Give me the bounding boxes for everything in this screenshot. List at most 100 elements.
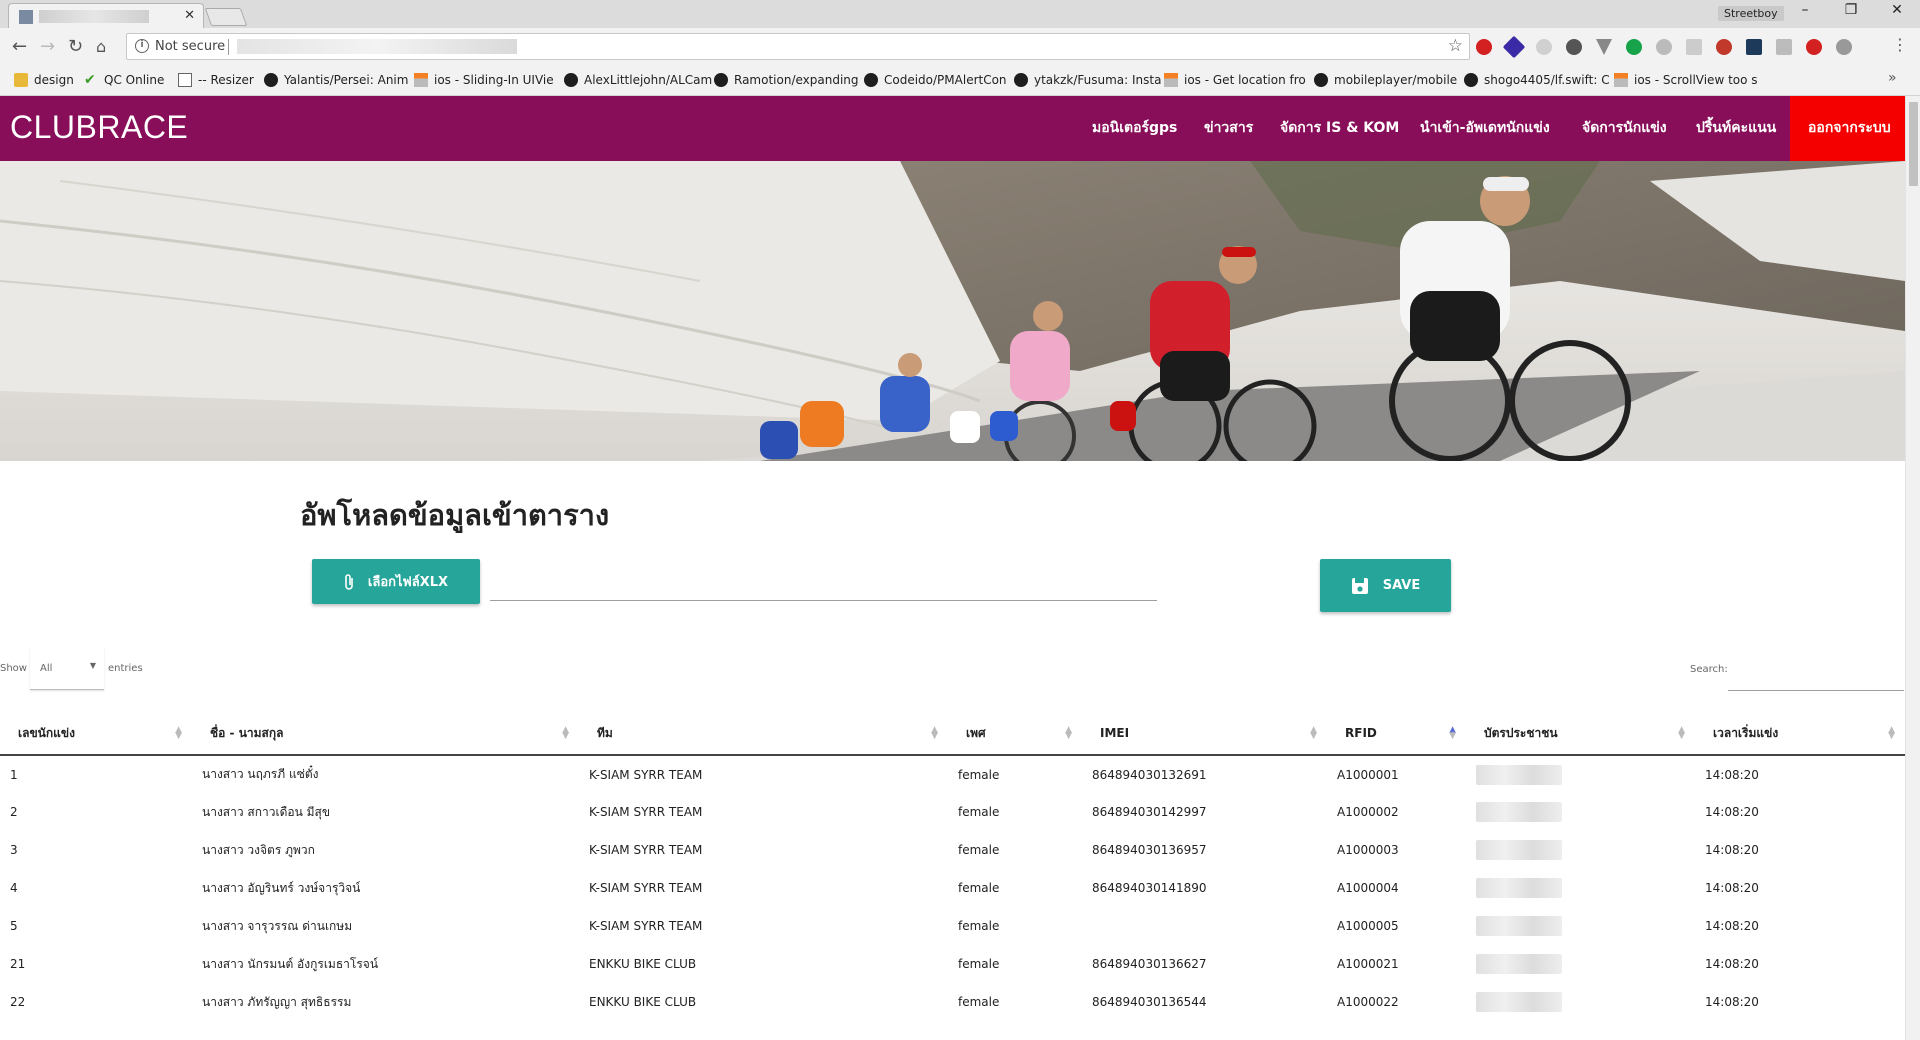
diamond-extension-icon[interactable] bbox=[1502, 35, 1526, 59]
bookmark-item[interactable]: Codeido/PMAlertCon bbox=[864, 73, 1007, 87]
address-bar[interactable]: i Not secure ☆ bbox=[126, 33, 1470, 60]
menu-icon[interactable]: ⋮ bbox=[1892, 35, 1908, 54]
search-label: Search: bbox=[1690, 664, 1728, 675]
bookmark-item[interactable]: ios - Get location fro bbox=[1164, 73, 1306, 87]
table-row[interactable]: 22 นางสาว ภัทรัญญา สุทธิธรรม ENKKU BIKE … bbox=[0, 983, 1905, 1021]
bookmark-star-icon[interactable]: ☆ bbox=[1448, 36, 1463, 56]
nav-import-riders[interactable]: นำเข้า-อัพเดทนักแข่ง bbox=[1420, 96, 1550, 161]
cell-id-card bbox=[1466, 945, 1695, 983]
column-header-name[interactable]: ชื่อ - นามสกุล ▲ ▼ bbox=[192, 712, 579, 756]
sort-ascending-icon: ▲ ▼ bbox=[1449, 725, 1456, 741]
save-label: SAVE bbox=[1382, 578, 1421, 593]
entries-label: entries bbox=[108, 663, 143, 674]
column-header-imei[interactable]: IMEI ▲ ▼ bbox=[1082, 712, 1327, 756]
redacted-id bbox=[1476, 840, 1562, 860]
nav-news[interactable]: ข่าวสาร bbox=[1204, 96, 1253, 161]
cell-imei: 864894030142997 bbox=[1092, 805, 1207, 819]
search-input[interactable] bbox=[1728, 690, 1904, 691]
extension-icon[interactable] bbox=[1836, 39, 1852, 55]
bookmark-item[interactable]: -- Resizer bbox=[178, 73, 254, 87]
table-row[interactable]: 3 นางสาว วงจิตร ภูพวก K-SIAM SYRR TEAM f… bbox=[0, 831, 1905, 869]
bookmark-item[interactable]: AlexLittlejohn/ALCam bbox=[564, 73, 712, 87]
window-user-badge[interactable]: Streetboy bbox=[1718, 6, 1784, 21]
cell-rider-number: 4 bbox=[10, 881, 18, 895]
choose-file-label: เลือกไฟล์XLX bbox=[367, 575, 449, 590]
choose-file-button[interactable]: เลือกไฟล์XLX bbox=[312, 559, 480, 604]
minimize-icon[interactable]: – bbox=[1782, 2, 1828, 18]
table-row[interactable]: 5 นางสาว จารุวรรณ ด่านเกษม K-SIAM SYRR T… bbox=[0, 907, 1905, 945]
column-header-team[interactable]: ทีม ▲ ▼ bbox=[579, 712, 948, 756]
page-length-value: All bbox=[40, 663, 53, 674]
column-header-start-time[interactable]: เวลาเริ่มแข่ง ▲ ▼ bbox=[1695, 712, 1905, 756]
tab-close-icon[interactable]: ✕ bbox=[184, 8, 195, 23]
browser-tab[interactable]: ✕ bbox=[8, 3, 204, 28]
info-icon[interactable]: i bbox=[135, 39, 149, 53]
column-header-id-card[interactable]: บัตรประชาชน ▲ ▼ bbox=[1466, 712, 1695, 756]
bookmarks-overflow-icon[interactable]: » bbox=[1888, 70, 1897, 86]
redacted-id bbox=[1476, 954, 1562, 974]
close-window-icon[interactable]: ✕ bbox=[1874, 2, 1920, 18]
brand-logo[interactable]: CLUBRACE bbox=[10, 109, 188, 146]
page-icon bbox=[178, 73, 192, 87]
cell-id-card bbox=[1466, 755, 1695, 793]
compass-extension-icon[interactable] bbox=[1566, 39, 1582, 55]
bookmark-item[interactable]: ✔ QC Online bbox=[84, 73, 164, 87]
extension-icon[interactable] bbox=[1656, 39, 1672, 55]
table-row[interactable]: 4 นางสาว อัญรินทร์ วงษ์จารุวิจน์ K-SIAM … bbox=[0, 869, 1905, 907]
cell-imei: 864894030136627 bbox=[1092, 957, 1207, 971]
file-path-input[interactable] bbox=[490, 600, 1157, 601]
cell-rfid: A1000021 bbox=[1337, 957, 1399, 971]
cell-name: นางสาว สกาวเดือน มีสุข bbox=[202, 804, 331, 819]
cell-start-time: 14:08:20 bbox=[1705, 957, 1759, 971]
extension-icon[interactable] bbox=[1776, 39, 1792, 55]
bookmark-item[interactable]: design bbox=[14, 73, 74, 87]
cell-start-time: 14:08:20 bbox=[1705, 881, 1759, 895]
bookmark-item[interactable]: ytakzk/Fusuma: Insta bbox=[1014, 73, 1161, 87]
github-icon bbox=[714, 73, 728, 87]
save-button[interactable]: SAVE bbox=[1320, 559, 1451, 612]
dropdown-caret-icon: ▼ bbox=[89, 661, 96, 670]
vue-extension-icon[interactable] bbox=[1596, 39, 1612, 55]
opera-extension-icon[interactable] bbox=[1476, 39, 1492, 55]
github-icon bbox=[564, 73, 578, 87]
extension-icon[interactable] bbox=[1536, 39, 1552, 55]
bookmark-item[interactable]: mobileplayer/mobile bbox=[1314, 73, 1457, 87]
grammarly-extension-icon[interactable] bbox=[1626, 39, 1642, 55]
bookmark-item[interactable]: shogo4405/lf.swift: C bbox=[1464, 73, 1610, 87]
table-row[interactable]: 1 นางสาว นฤภรภี แซ่ตั๋ง K-SIAM SYRR TEAM… bbox=[0, 755, 1905, 793]
home-icon[interactable]: ⌂ bbox=[96, 37, 106, 56]
restore-icon[interactable]: ❐ bbox=[1828, 2, 1874, 18]
nav-print-scores[interactable]: ปริ้นท์คะแนน bbox=[1696, 96, 1776, 161]
bookmark-item[interactable]: ios - ScrollView too s bbox=[1614, 73, 1758, 87]
reload-icon[interactable]: ↻ bbox=[68, 36, 83, 57]
folder-icon bbox=[14, 73, 28, 87]
bookmark-item[interactable]: Ramotion/expanding bbox=[714, 73, 859, 87]
nav-gps-monitor[interactable]: มอนิเตอร์gps bbox=[1092, 96, 1177, 161]
bookmark-item[interactable]: ios - Sliding-In UIVie bbox=[414, 73, 554, 87]
redacted-id bbox=[1476, 916, 1562, 936]
page-length-select[interactable]: All ▼ bbox=[30, 647, 104, 690]
cell-imei: 864894030136544 bbox=[1092, 995, 1207, 1009]
adblock-extension-icon[interactable] bbox=[1806, 39, 1822, 55]
new-tab-button[interactable] bbox=[204, 8, 248, 26]
floppy-disk-icon bbox=[1351, 577, 1368, 594]
table-row[interactable]: 2 นางสาว สกาวเดือน มีสุข K-SIAM SYRR TEA… bbox=[0, 793, 1905, 831]
back-icon[interactable]: ← bbox=[12, 36, 27, 57]
column-header-rfid[interactable]: RFID ▲ ▼ bbox=[1327, 712, 1466, 756]
bookmark-item[interactable]: Yalantis/Persei: Anim bbox=[264, 73, 408, 87]
react-extension-icon[interactable] bbox=[1746, 39, 1762, 55]
page-scrollbar[interactable] bbox=[1905, 96, 1920, 1040]
table-row[interactable]: 21 นางสาว นักรมนต์ อังกูรเมธาโรจน์ ENKKU… bbox=[0, 945, 1905, 983]
extension-icon[interactable] bbox=[1686, 39, 1702, 55]
forward-icon[interactable]: → bbox=[40, 36, 55, 57]
column-header-gender[interactable]: เพศ ▲ ▼ bbox=[948, 712, 1082, 756]
logout-button[interactable]: ออกจากระบบ bbox=[1790, 96, 1909, 161]
nav-manage-riders[interactable]: จัดการนักแข่ง bbox=[1582, 96, 1667, 161]
nav-manage-is-kom[interactable]: จัดการ IS & KOM bbox=[1280, 96, 1399, 161]
cell-team: K-SIAM SYRR TEAM bbox=[589, 767, 703, 782]
table-header-row: เลขนักแข่ง ▲ ▼ ชื่อ - นามสกุล ▲ ▼ ทีม ▲ ▼ เพศ ▲… bbox=[0, 712, 1905, 756]
stackoverflow-icon bbox=[1164, 73, 1178, 87]
extension-icon[interactable] bbox=[1716, 39, 1732, 55]
scrollbar-thumb[interactable] bbox=[1909, 102, 1918, 186]
column-header-rider-number[interactable]: เลขนักแข่ง ▲ ▼ bbox=[0, 712, 192, 756]
